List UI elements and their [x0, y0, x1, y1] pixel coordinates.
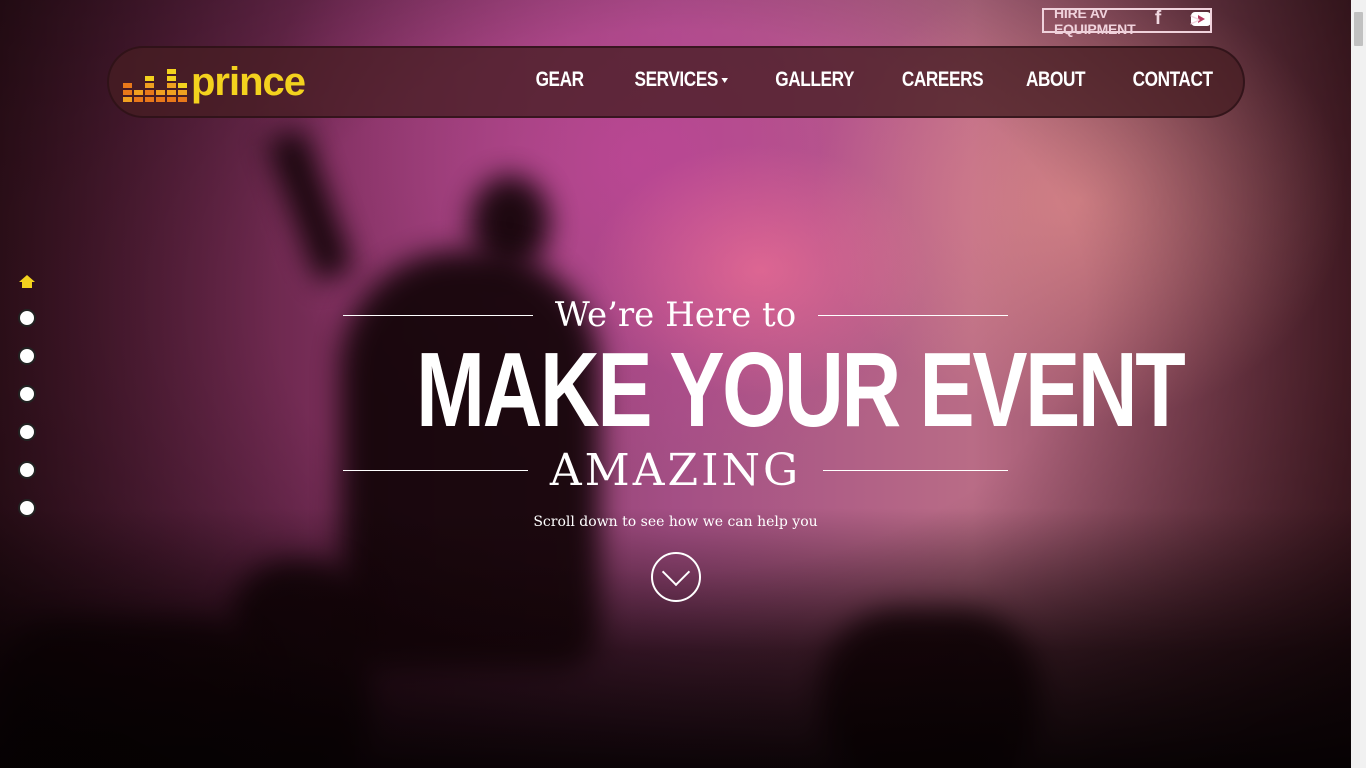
section-dot[interactable] — [18, 499, 36, 517]
divider — [343, 314, 533, 316]
logo[interactable]: prince — [123, 60, 306, 104]
divider — [818, 314, 1008, 316]
hero-subtext: Scroll down to see how we can help you — [533, 514, 818, 530]
divider — [823, 470, 1008, 471]
nav-item-gallery[interactable]: GALLERY — [775, 68, 854, 92]
nav-item-careers[interactable]: CAREERS — [902, 68, 984, 92]
nav-item-about[interactable]: ABOUT — [1026, 68, 1086, 92]
main-navbar: prince GEAR SERVICES GALLERY CAREERS ABO… — [107, 46, 1245, 118]
emphasis-row: AMAZING — [343, 445, 1008, 496]
section-dot[interactable] — [18, 309, 36, 327]
home-icon[interactable] — [19, 275, 35, 289]
logo-text: prince — [191, 60, 306, 104]
nav-item-services[interactable]: SERVICES — [635, 68, 728, 92]
scroll-down-icon[interactable] — [650, 552, 701, 602]
caret-down-icon — [721, 77, 728, 83]
nav-item-services-label: SERVICES — [634, 68, 719, 91]
section-nav — [18, 275, 36, 517]
nav-item-contact[interactable]: CONTACT — [1133, 68, 1213, 92]
chevron-right-icon: > — [1189, 10, 1201, 30]
pre-heading-row: We’re Here to — [343, 295, 1008, 335]
page-scrollbar[interactable] — [1351, 0, 1366, 768]
hero-content: We’re Here to MAKE YOUR EVENT AMAZING Sc… — [343, 295, 1186, 602]
section-dot[interactable] — [18, 423, 36, 441]
scrollbar-thumb[interactable] — [1354, 12, 1363, 46]
hero-heading: MAKE YOUR EVENT — [416, 331, 1186, 449]
nav-item-gear[interactable]: GEAR — [536, 68, 585, 92]
main-nav: GEAR SERVICES GALLERY CAREERS ABOUT CONT… — [525, 68, 1213, 92]
hire-button-label: HIRE AV EQUIPMENT — [1054, 4, 1136, 37]
divider — [343, 470, 528, 471]
section-dot[interactable] — [18, 385, 36, 403]
hero-pre-heading: We’re Here to — [554, 295, 797, 335]
equalizer-logo-icon — [123, 64, 187, 102]
section-dot[interactable] — [18, 461, 36, 479]
hire-av-equipment-button[interactable]: HIRE AV EQUIPMENT > — [1042, 5, 1212, 37]
section-dot[interactable] — [18, 347, 36, 365]
hero-emphasis: AMAZING — [549, 445, 802, 496]
